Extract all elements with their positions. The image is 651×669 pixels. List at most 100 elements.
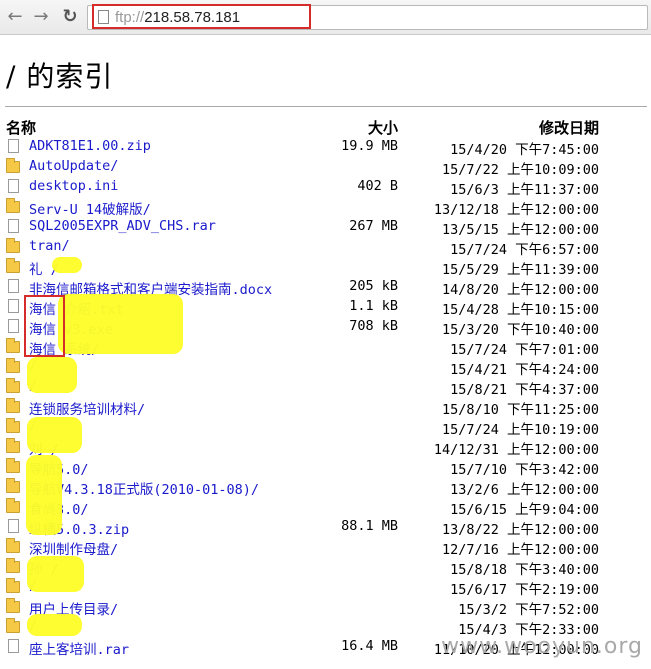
redaction-mark [26, 455, 62, 535]
folder-link[interactable]: AutoUpdate/ [29, 158, 118, 174]
file-icon [8, 639, 19, 653]
folder-icon [6, 238, 20, 253]
folder-link[interactable]: 连锁服务培训材料/ [29, 398, 145, 418]
folder-link[interactable]: 导航V4.3.18正式版(2010-01-08)/ [29, 478, 259, 498]
folder-icon [6, 458, 20, 473]
modified-date: 15/4/20 下午7:45:00 [450, 142, 599, 158]
folder-icon [6, 258, 20, 273]
modified-date: 15/4/28 上午10:15:00 [441, 302, 599, 318]
file-size: 19.9 MB [341, 138, 398, 154]
page-title: / 的索引 [6, 60, 114, 93]
table-row: /15/4/21 下午4:24:00 [0, 357, 651, 378]
modified-date: 15/3/20 下午10:40:00 [441, 322, 599, 338]
table-row: 礼 /15/5/29 上午11:39:00 [0, 257, 651, 278]
reload-icon[interactable]: ↻ [59, 6, 81, 28]
file-link[interactable]: desktop.ini [29, 178, 118, 194]
redaction-mark [27, 357, 77, 393]
modified-date: 15/6/17 下午2:19:00 [450, 582, 599, 598]
table-row: 导航5.0/15/7/10 下午3:42:00 [0, 457, 651, 478]
table-row: desktop.ini 402 B 15/6/3 上午11:37:00 [0, 177, 651, 198]
file-size: 708 kB [349, 318, 398, 334]
forward-arrow-icon[interactable]: → [30, 6, 52, 28]
table-row: 孙 /15/8/18 下午3:40:00 [0, 557, 651, 578]
file-icon [8, 519, 19, 533]
highlight-box [24, 295, 65, 357]
file-icon [8, 219, 19, 233]
table-row: 食尚3.0/15/6/15 上午9:04:00 [0, 497, 651, 518]
table-row: /15/6/17 下午2:19:00 [0, 577, 651, 598]
modified-date: 15/6/15 上午9:04:00 [450, 502, 599, 518]
redaction-mark [58, 294, 183, 354]
folder-icon [6, 438, 20, 453]
modified-date: 12/7/16 上午12:00:00 [441, 542, 599, 558]
file-size: 1.1 kB [349, 298, 398, 314]
watermark: www.wooyun.org [441, 634, 643, 659]
table-row: Serv-U 14破解版/13/12/18 上午12:00:00 [0, 197, 651, 218]
url-highlight-box [92, 4, 311, 29]
file-icon [8, 319, 19, 333]
file-icon [8, 279, 19, 293]
table-row: /15/8/21 下午4:37:00 [0, 377, 651, 398]
table-row: 导航V4.3.18正式版(2010-01-08)/ 13/2/6 上午12:00:… [0, 477, 651, 498]
modified-date: 15/8/18 下午3:40:00 [450, 562, 599, 578]
redaction-mark [27, 614, 82, 636]
table-row: 刘 /14/12/31 上午12:00:00 [0, 437, 651, 458]
folder-icon [6, 378, 20, 393]
modified-date: 14/12/31 上午12:00:00 [433, 442, 599, 458]
file-icon [8, 299, 19, 313]
modified-date: 13/5/15 上午12:00:00 [441, 222, 599, 238]
folder-icon [6, 338, 20, 353]
folder-link[interactable]: Serv-U 14破解版/ [29, 198, 151, 218]
folder-icon [6, 598, 20, 613]
browser-toolbar: ← → ↻ ftp://218.58.78.181 [0, 0, 651, 35]
file-size: 16.4 MB [341, 638, 398, 654]
modified-date: 15/7/24 下午6:57:00 [450, 242, 599, 258]
folder-icon [6, 158, 20, 173]
table-row: tran/15/7/24 下午6:57:00 [0, 237, 651, 258]
folder-icon [6, 358, 20, 373]
folder-link[interactable]: tran/ [29, 238, 70, 254]
file-size: 88.1 MB [341, 518, 398, 534]
file-size: 267 MB [349, 218, 398, 234]
modified-date: 15/3/2 下午7:52:00 [458, 602, 599, 618]
back-arrow-icon[interactable]: ← [4, 6, 26, 28]
file-size: 205 kB [349, 278, 398, 294]
folder-icon [6, 498, 20, 513]
file-size: 402 B [357, 178, 398, 194]
modified-date: 15/6/3 上午11:37:00 [450, 182, 599, 198]
redaction-mark [27, 556, 84, 592]
modified-date: 13/8/22 上午12:00:00 [441, 522, 599, 538]
modified-date: 13/2/6 上午12:00:00 [450, 482, 599, 498]
folder-icon [6, 398, 20, 413]
folder-icon [6, 558, 20, 573]
folder-icon [6, 578, 20, 593]
modified-date: 15/5/29 上午11:39:00 [441, 262, 599, 278]
folder-icon [6, 198, 20, 213]
table-row: AutoUpdate/15/7/22 上午10:09:00 [0, 157, 651, 178]
modified-date: 15/7/24 上午10:19:00 [441, 422, 599, 438]
modified-date: 13/12/18 上午12:00:00 [433, 202, 599, 218]
redaction-mark [27, 417, 82, 453]
table-row: SQL2005EXPR_ADV_CHS.rar 267 MB 13/5/15 上午1… [0, 217, 651, 238]
modified-date: 15/7/10 下午3:42:00 [450, 462, 599, 478]
modified-date: 15/8/21 下午4:37:00 [450, 382, 599, 398]
divider [5, 106, 647, 107]
table-row: 纵横5.0.3.zip 88.1 MB 13/8/22 上午12:00:00 [0, 517, 651, 538]
file-link[interactable]: ADKT81E1.00.zip [29, 138, 151, 154]
column-header-date[interactable]: 修改日期 [539, 117, 599, 138]
table-row: 深圳制作母盘/12/7/16 上午12:00:00 [0, 537, 651, 558]
table-row: ADKT81E1.00.zip 19.9 MB 15/4/20 下午7:45:00 [0, 137, 651, 158]
file-icon [8, 139, 19, 153]
table-row: /15/7/24 上午10:19:00 [0, 417, 651, 438]
folder-link[interactable]: 深圳制作母盘/ [29, 538, 118, 558]
column-header-name[interactable]: 名称 [6, 117, 36, 138]
folder-icon [6, 538, 20, 553]
modified-date: 14/8/20 上午12:00:00 [441, 282, 599, 298]
modified-date: 15/4/21 下午4:24:00 [450, 362, 599, 378]
redaction-mark [52, 257, 82, 273]
file-link[interactable]: 座上客培训.rar [29, 638, 129, 658]
file-link[interactable]: SQL2005EXPR_ADV_CHS.rar [29, 218, 216, 234]
folder-icon [6, 418, 20, 433]
column-header-size[interactable]: 大小 [368, 117, 398, 138]
modified-date: 15/7/22 上午10:09:00 [441, 162, 599, 178]
